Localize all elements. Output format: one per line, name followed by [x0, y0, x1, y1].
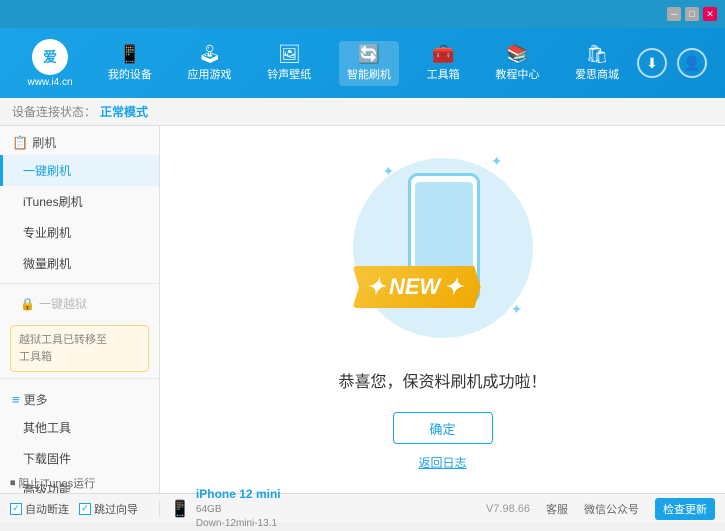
- nav-item-my-device[interactable]: 📱 我的设备: [100, 41, 160, 86]
- new-banner-text: NEW: [389, 274, 440, 300]
- apps-icon: 🕹: [198, 45, 221, 63]
- nav-item-toolbox[interactable]: 🧰 工具箱: [419, 41, 468, 86]
- sidebar-item-pro-flash[interactable]: 专业刷机: [0, 217, 159, 248]
- footer-right: V7.98.66 客服 微信公众号 检查更新: [476, 498, 725, 520]
- nav-item-mall[interactable]: 🛍 爱思商城: [567, 41, 627, 86]
- jailbreak-section-title: 一键越狱: [39, 295, 87, 312]
- download-button[interactable]: ⬇: [637, 48, 667, 78]
- device-details: iPhone 12 mini 64GB Down-12mini-13.1: [196, 486, 281, 531]
- content-area: ✦ ✦ ✦ ✦ NEW ✦ 恭喜您，保资料刷机成功啦！ 确定 返回日志: [160, 126, 725, 493]
- nav-item-tutorial[interactable]: 📚 教程中心: [487, 41, 547, 86]
- more-section-icon: ≡: [12, 392, 20, 407]
- notice-text: 越狱工具已转移至工具箱: [19, 334, 107, 363]
- phone-illustration: ✦ ✦ ✦ ✦ NEW ✦: [343, 148, 543, 348]
- nav-label-wallpaper: 铃声壁纸: [267, 66, 311, 82]
- skip-wizard-checkbox[interactable]: ✓ 跳过向导: [79, 501, 138, 517]
- flash-section-icon: 📋: [12, 135, 28, 151]
- skip-wizard-checkbox-box[interactable]: ✓: [79, 503, 91, 515]
- skip-wizard-label: 跳过向导: [94, 501, 138, 517]
- toolbox-icon: 🧰: [432, 45, 454, 63]
- new-banner: ✦ NEW ✦: [353, 266, 481, 308]
- nav-label-apps-games: 应用游戏: [188, 66, 232, 82]
- confirm-button[interactable]: 确定: [393, 412, 493, 444]
- sidebar-item-other-tools[interactable]: 其他工具: [0, 412, 159, 443]
- status-bar: 设备连接状态： 正常模式: [0, 98, 725, 126]
- sidebar-section-flash: 📋 刷机: [0, 126, 159, 155]
- status-label: 设备连接状态：: [12, 103, 96, 120]
- nav-item-wallpaper[interactable]: 🖼 铃声壁纸: [259, 41, 319, 86]
- micro-flash-label: 微量刷机: [23, 257, 71, 271]
- sparkle-2: ✦: [491, 153, 503, 170]
- minimize-button[interactable]: ─: [667, 7, 681, 21]
- logo-url: www.i4.cn: [27, 77, 72, 88]
- nav-label-toolbox: 工具箱: [427, 66, 460, 82]
- nav-item-apps-games[interactable]: 🕹 应用游戏: [180, 41, 240, 86]
- sidebar-item-download-firmware[interactable]: 下载固件: [0, 443, 159, 474]
- pro-flash-label: 专业刷机: [23, 226, 71, 240]
- device-storage: 64GB: [196, 503, 281, 517]
- auto-close-checkbox-box[interactable]: ✓: [10, 503, 22, 515]
- tutorial-icon: 📚: [506, 45, 528, 63]
- nav-label-my-device: 我的设备: [108, 66, 152, 82]
- device-name: iPhone 12 mini: [196, 486, 281, 503]
- smart-flash-icon: 🔄: [358, 45, 380, 63]
- phone-icon: 📱: [119, 45, 141, 63]
- sidebar-item-itunes-flash[interactable]: iTunes刷机: [0, 186, 159, 217]
- nav-label-mall: 爱思商城: [575, 66, 619, 82]
- mall-icon: 🛍: [586, 45, 609, 63]
- sparkle-3: ✦: [511, 301, 523, 318]
- device-firmware: Down-12mini-13.1: [196, 517, 281, 531]
- logo-icon: 爱: [32, 39, 68, 75]
- nav-label-tutorial: 教程中心: [495, 66, 539, 82]
- one-key-flash-label: 一键刷机: [23, 164, 71, 178]
- footer-device-info: 📱 iPhone 12 mini 64GB Down-12mini-13.1: [160, 486, 476, 531]
- stop-itunes-button[interactable]: ⏹ 阻止iTunes运行: [0, 473, 105, 493]
- flash-section-title: 刷机: [32, 134, 56, 151]
- other-tools-label: 其他工具: [23, 421, 71, 435]
- sidebar-section-jailbreak: 🔒 一键越狱: [0, 288, 159, 319]
- lock-icon: 🔒: [20, 297, 35, 311]
- nav-label-smart-flash: 智能刷机: [347, 66, 391, 82]
- sparkle-1: ✦: [383, 163, 395, 180]
- auto-close-checkbox[interactable]: ✓ 自动断连: [10, 501, 69, 517]
- title-bar-controls: ─ □ ✕: [667, 7, 717, 21]
- header: 爱 www.i4.cn 📱 我的设备 🕹 应用游戏 🖼 铃声壁纸 🔄 智能刷机 …: [0, 28, 725, 98]
- device-icon: 📱: [170, 499, 190, 519]
- success-message: 恭喜您，保资料刷机成功啦！: [338, 368, 546, 392]
- nav-items: 📱 我的设备 🕹 应用游戏 🖼 铃声壁纸 🔄 智能刷机 🧰 工具箱 📚 教程中心…: [90, 41, 637, 86]
- new-banner-star-left: ✦: [367, 274, 385, 300]
- wallpaper-icon: 🖼: [278, 45, 301, 63]
- stop-itunes-icon: ⏹: [10, 477, 16, 490]
- nav-right-area: ⬇ 👤: [637, 48, 715, 78]
- sidebar-divider-1: [0, 283, 159, 284]
- more-section-title: 更多: [24, 391, 48, 408]
- back-link[interactable]: 返回日志: [418, 454, 466, 471]
- status-value: 正常模式: [100, 103, 148, 120]
- user-button[interactable]: 👤: [677, 48, 707, 78]
- wechat-link[interactable]: 微信公众号: [584, 501, 639, 517]
- title-bar: ─ □ ✕: [0, 0, 725, 28]
- version-text: V7.98.66: [486, 503, 530, 515]
- main-layout: 📋 刷机 一键刷机 iTunes刷机 专业刷机 微量刷机 🔒 一键越狱 越狱工具…: [0, 126, 725, 493]
- sidebar-divider-2: [0, 378, 159, 379]
- check-update-button[interactable]: 检查更新: [655, 498, 715, 520]
- stop-itunes-label: 阻止iTunes运行: [19, 475, 96, 491]
- footer: ✓ 自动断连 ✓ 跳过向导 📱 iPhone 12 mini 64GB Down…: [0, 493, 725, 523]
- nav-item-smart-flash[interactable]: 🔄 智能刷机: [339, 41, 399, 86]
- customer-service-link[interactable]: 客服: [546, 501, 568, 517]
- sidebar-item-micro-flash[interactable]: 微量刷机: [0, 248, 159, 279]
- jailbreak-notice: 越狱工具已转移至工具箱: [10, 325, 149, 372]
- download-firmware-label: 下载固件: [23, 452, 71, 466]
- sidebar-section-more: ≡ 更多: [0, 383, 159, 412]
- itunes-flash-label: iTunes刷机: [23, 195, 83, 209]
- sidebar: 📋 刷机 一键刷机 iTunes刷机 专业刷机 微量刷机 🔒 一键越狱 越狱工具…: [0, 126, 160, 493]
- sidebar-item-one-key-flash[interactable]: 一键刷机: [0, 155, 159, 186]
- maximize-button[interactable]: □: [685, 7, 699, 21]
- auto-close-label: 自动断连: [25, 501, 69, 517]
- logo-text: 爱: [43, 47, 57, 67]
- logo-area: 爱 www.i4.cn: [10, 39, 90, 88]
- footer-left: ✓ 自动断连 ✓ 跳过向导: [0, 501, 160, 517]
- new-banner-star-right: ✦: [444, 274, 462, 300]
- close-button[interactable]: ✕: [703, 7, 717, 21]
